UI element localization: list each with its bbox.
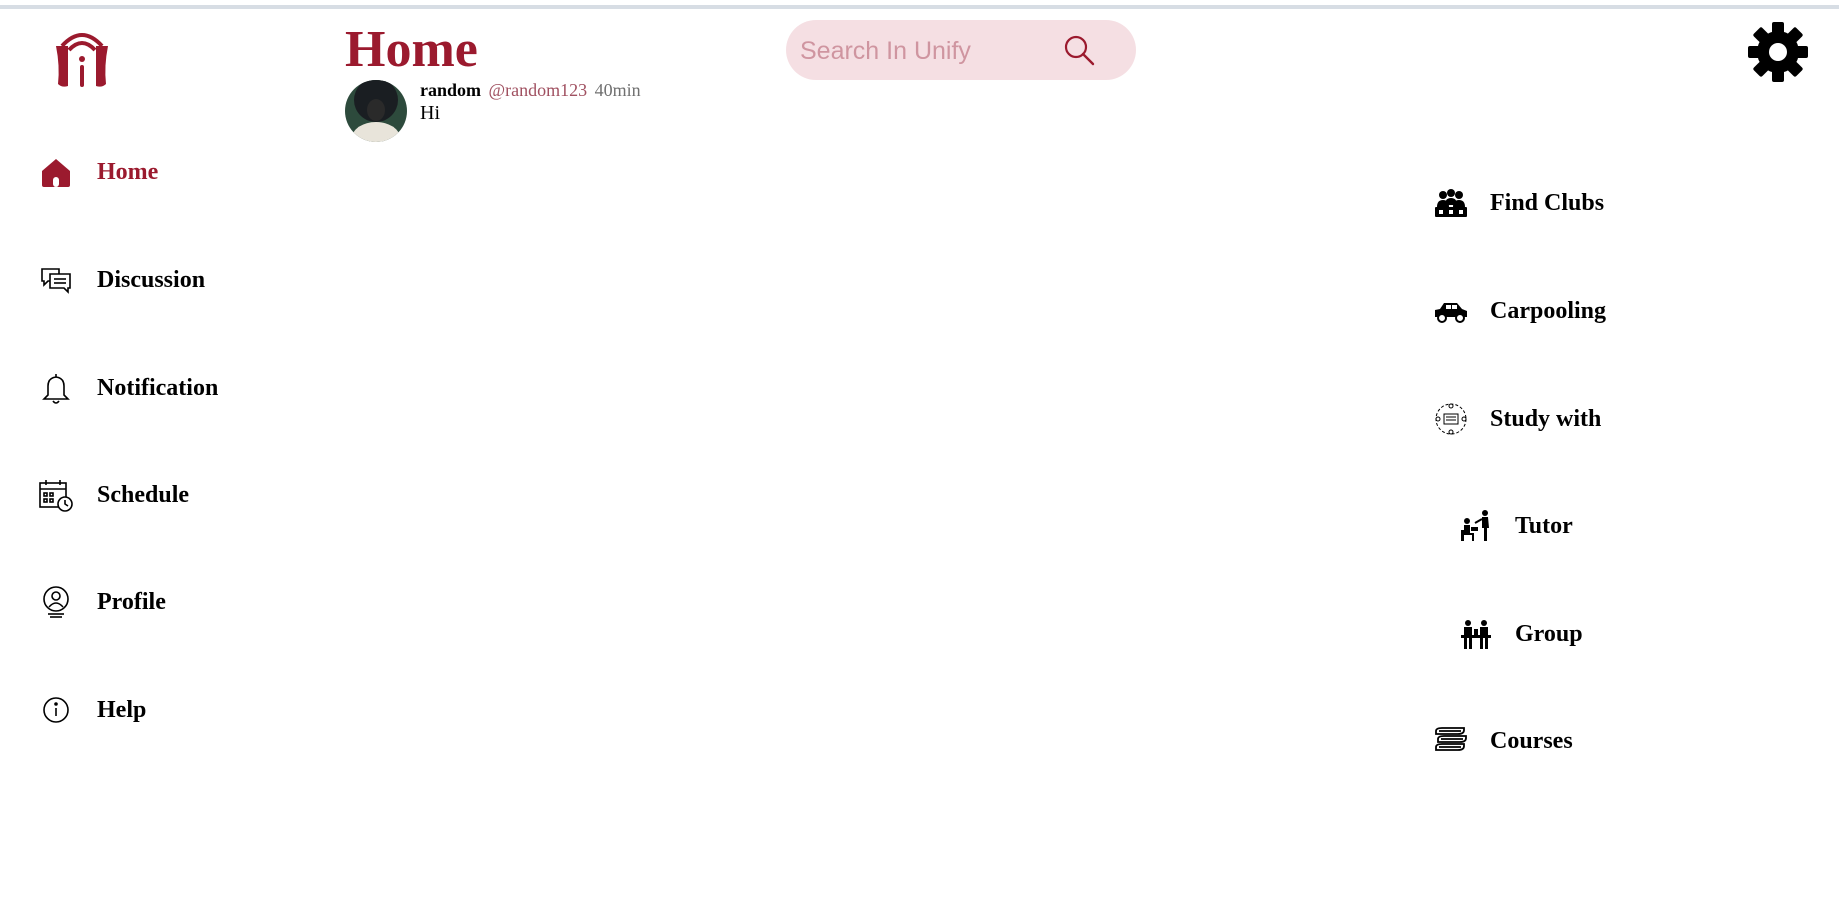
- nav-item-schedule[interactable]: Schedule: [38, 473, 189, 517]
- side-item-group[interactable]: Group: [1457, 612, 1583, 656]
- avatar[interactable]: [345, 80, 407, 142]
- post-header: random @random123 40min: [420, 80, 641, 101]
- side-label-find-clubs: Find Clubs: [1490, 189, 1605, 216]
- discussion-icon: [38, 262, 74, 298]
- side-item-carpooling[interactable]: Carpooling: [1432, 289, 1606, 333]
- nav-label-discussion: Discussion: [97, 266, 206, 293]
- side-label-study-with: Study with: [1490, 405, 1602, 432]
- nav-item-notification[interactable]: Notification: [38, 366, 218, 410]
- side-item-tutor[interactable]: Tutor: [1457, 504, 1573, 548]
- nav-label-schedule: Schedule: [97, 481, 190, 508]
- post-author[interactable]: random: [420, 80, 481, 100]
- calendar-icon: [38, 477, 74, 513]
- side-label-carpooling: Carpooling: [1490, 297, 1607, 324]
- car-icon: [1432, 292, 1470, 330]
- post-time: 40min: [594, 80, 641, 100]
- clubs-icon: [1432, 184, 1470, 222]
- home-icon: [38, 154, 74, 190]
- feed-post[interactable]: random @random123 40min Hi: [345, 80, 845, 142]
- post-handle[interactable]: @random123: [489, 80, 588, 100]
- nav-item-profile[interactable]: Profile: [38, 580, 166, 624]
- side-item-study-with[interactable]: Study with: [1432, 397, 1601, 441]
- group-icon: [1457, 615, 1495, 653]
- nav-item-home[interactable]: Home: [38, 150, 158, 194]
- nav-item-discussion[interactable]: Discussion: [38, 258, 205, 302]
- bell-icon: [38, 370, 74, 406]
- nav-item-help[interactable]: Help: [38, 688, 146, 732]
- info-icon: [38, 692, 74, 728]
- books-icon: [1432, 722, 1470, 760]
- nav-label-help: Help: [97, 696, 147, 723]
- side-item-courses[interactable]: Courses: [1432, 719, 1573, 763]
- tutor-icon: [1457, 507, 1495, 545]
- search-icon[interactable]: [1062, 33, 1096, 67]
- search-bar[interactable]: [786, 20, 1136, 80]
- nav-label-profile: Profile: [97, 588, 166, 615]
- page-title: Home: [345, 21, 478, 78]
- nav-label-home: Home: [97, 158, 159, 185]
- search-input[interactable]: [798, 32, 1062, 70]
- side-item-find-clubs[interactable]: Find Clubs: [1432, 181, 1604, 225]
- side-label-tutor: Tutor: [1515, 512, 1573, 539]
- nav-label-notification: Notification: [97, 374, 219, 401]
- settings-gear-icon[interactable]: [1746, 20, 1810, 84]
- side-label-courses: Courses: [1490, 727, 1573, 754]
- top-divider: [0, 5, 1839, 9]
- study-icon: [1432, 400, 1470, 438]
- profile-icon: [38, 584, 74, 620]
- post-body: Hi: [420, 102, 440, 124]
- unify-logo[interactable]: [52, 26, 112, 92]
- side-label-group: Group: [1515, 620, 1583, 647]
